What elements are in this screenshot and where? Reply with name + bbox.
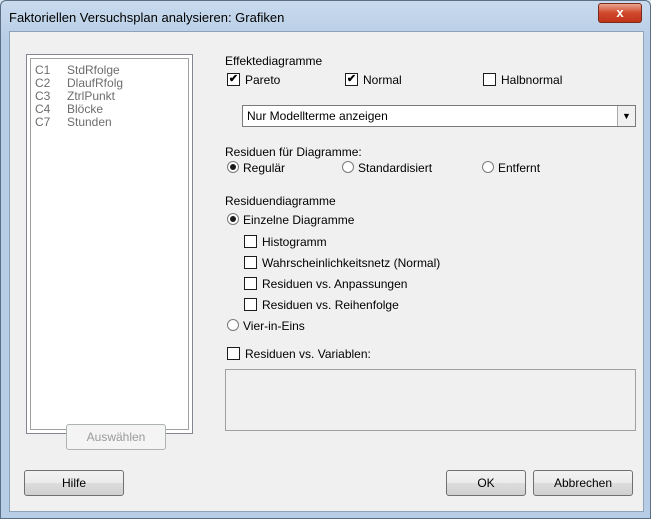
column-id: C1 [35,63,51,77]
histogram-checkbox[interactable] [244,235,257,248]
column-name: DlaufRfolg [67,76,124,90]
column-name: Blöcke [67,102,104,116]
pareto-checkbox[interactable]: ✔ [227,73,240,86]
histogram-label[interactable]: Histogramm [262,235,327,249]
column-id: C7 [35,115,51,129]
title-bar[interactable]: Faktoriellen Versuchsplan analysieren: G… [1,1,650,31]
residuals-heading: Residuen für Diagramme: [225,145,362,159]
effects-heading: Effektediagramme [225,54,323,68]
normal-checkbox[interactable]: ✔ [345,73,358,86]
column-name: Stunden [67,115,112,129]
vs-variables-checkbox[interactable] [227,347,240,360]
vs-fits-checkbox[interactable] [244,277,257,290]
radio-dot [230,164,236,170]
four-in-one-label[interactable]: Vier-in-Eins [243,319,305,333]
column-id: C3 [35,89,51,103]
vs-fits-label[interactable]: Residuen vs. Anpassungen [262,277,407,291]
column-id: C4 [35,102,51,116]
standardized-radio[interactable] [342,161,354,173]
standardized-label[interactable]: Standardisiert [358,161,432,175]
help-button[interactable]: Hilfe [24,470,124,496]
deleted-label[interactable]: Entfernt [498,161,540,175]
chevron-down-icon[interactable]: ▼ [617,106,635,126]
regular-radio[interactable] [227,161,239,173]
pareto-label[interactable]: Pareto [245,73,280,87]
close-button[interactable]: x [598,3,642,23]
probability-plot-label[interactable]: Wahrscheinlichkeitsnetz (Normal) [262,256,440,270]
column-name: ZtrlPunkt [67,89,116,103]
window-title: Faktoriellen Versuchsplan analysieren: G… [9,10,285,25]
column-list[interactable]: C1 StdRfolge C2 DlaufRfolg C3 ZtrlPunkt C4 B… [26,54,193,434]
dialog-window: Faktoriellen Versuchsplan analysieren: G… [0,0,651,519]
individual-plots-radio[interactable] [227,213,239,225]
column-name: StdRfolge [67,63,120,77]
dialog-body: C1 StdRfolge C2 DlaufRfolg C3 ZtrlPunkt C4 B… [9,31,644,512]
halfnormal-label[interactable]: Halbnormal [501,73,562,87]
radio-dot [230,216,236,222]
deleted-radio[interactable] [482,161,494,173]
residual-plots-heading: Residuendiagramme [225,194,336,208]
effects-display-select[interactable]: Nur Modellterme anzeigen ▼ [242,105,636,127]
effects-display-value: Nur Modellterme anzeigen [247,109,388,123]
individual-plots-label[interactable]: Einzelne Diagramme [243,213,354,227]
four-in-one-radio[interactable] [227,319,239,331]
variables-input[interactable] [225,369,636,431]
ok-button[interactable]: OK [446,470,526,496]
probability-plot-checkbox[interactable] [244,256,257,269]
column-id: C2 [35,76,51,90]
cancel-button[interactable]: Abbrechen [533,470,633,496]
vs-variables-label[interactable]: Residuen vs. Variablen: [245,347,371,361]
vs-order-checkbox[interactable] [244,298,257,311]
column-list-inner: C1 StdRfolge C2 DlaufRfolg C3 ZtrlPunkt C4 B… [30,58,189,430]
vs-order-label[interactable]: Residuen vs. Reihenfolge [262,298,399,312]
normal-label[interactable]: Normal [363,73,402,87]
select-button[interactable]: Auswählen [66,424,166,450]
regular-label[interactable]: Regulär [243,161,285,175]
halfnormal-checkbox[interactable] [483,73,496,86]
